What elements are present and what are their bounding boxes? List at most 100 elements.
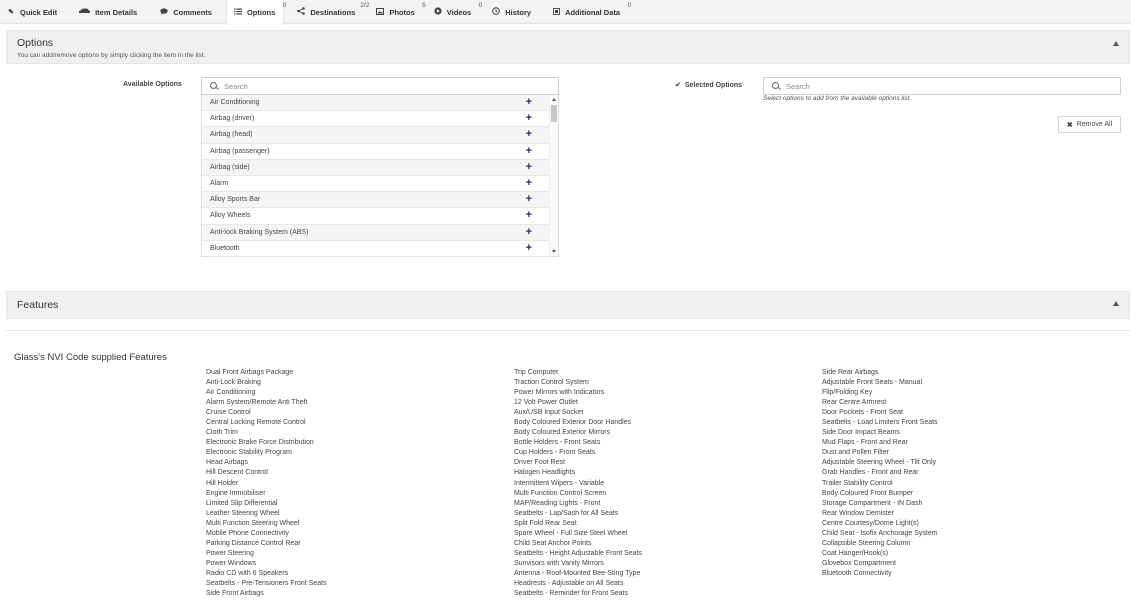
collapse-up-icon[interactable] xyxy=(1113,301,1119,306)
tab-label: Additional Data xyxy=(565,7,621,17)
feature-item: Anti-Lock Braking xyxy=(206,379,261,387)
list-item[interactable]: Air Conditioning + xyxy=(202,95,558,112)
option-label: Anti-lock Braking System (ABS) xyxy=(210,228,309,236)
divider xyxy=(6,330,1130,331)
feature-item: Seatbelts - Reminder for Front Seats xyxy=(514,590,628,598)
tab-bar: ✎ Quick Edit Item Details Comments Optio… xyxy=(0,0,1131,25)
list-item[interactable]: Anti-lock Braking System (ABS) + xyxy=(202,224,558,241)
feature-item: Flip/Folding Key xyxy=(822,389,873,397)
option-label: Alarm xyxy=(210,180,229,188)
feature-item: Seatbelts - Load Limiters Front Seats xyxy=(822,419,938,427)
list-item[interactable]: Alloy Sports Bar + xyxy=(202,192,558,209)
feature-item: Headrests - Adjustable on All Seats xyxy=(514,579,624,587)
add-icon[interactable]: + xyxy=(526,97,532,108)
feature-item: Glovebox Compartment xyxy=(822,559,896,567)
feature-item: Mobile Phone Connectivity xyxy=(206,529,289,537)
features-title: Features xyxy=(17,299,59,311)
options-panel-header: Options You can add/remove options by si… xyxy=(6,30,1130,64)
collapse-up-icon[interactable] xyxy=(1113,41,1119,46)
feature-item: Door Pockets - Front Seat xyxy=(822,409,903,417)
list-item[interactable]: Airbag (head) + xyxy=(202,127,558,144)
available-search-input[interactable] xyxy=(224,81,524,91)
data-icon xyxy=(551,7,561,17)
feature-item: Rear Window Demister xyxy=(822,509,894,517)
feature-item: Mud Flaps - Front and Rear xyxy=(822,439,908,447)
remove-all-button[interactable]: ✖ Remove All xyxy=(1058,116,1121,133)
clock-icon xyxy=(491,7,501,17)
feature-item: Engine Immobiliser xyxy=(206,489,266,497)
list-scrollbar[interactable] xyxy=(549,95,558,256)
add-icon[interactable]: + xyxy=(526,194,532,205)
option-label: Bluetooth xyxy=(210,244,240,252)
feature-item: Electronic Brake Force Distribution xyxy=(206,439,314,447)
add-icon[interactable]: + xyxy=(526,161,532,173)
add-icon[interactable]: + xyxy=(526,113,532,124)
tab-count-badge: 5 xyxy=(422,2,426,9)
feature-item: Limited Slip Differential xyxy=(206,499,278,507)
option-label: Alloy Sports Bar xyxy=(210,196,261,204)
selected-search-input[interactable] xyxy=(786,81,1086,91)
tab-label: Photos xyxy=(389,7,415,17)
feature-item: Halogen Headlights xyxy=(514,469,576,477)
option-label: Airbag (side) xyxy=(210,163,250,171)
check-icon: ✔ xyxy=(675,82,681,89)
feature-item: Cloth Trim xyxy=(206,429,238,437)
tab-label: Options xyxy=(246,8,276,17)
feature-item: Dust and Pollen Filter xyxy=(822,449,889,457)
add-icon[interactable]: + xyxy=(526,129,532,140)
list-item[interactable]: Alarm + xyxy=(202,176,558,193)
feature-item: Hill Descent Control xyxy=(206,469,268,477)
feature-item: Rear Centre Armrest xyxy=(822,399,887,407)
scroll-down-icon[interactable] xyxy=(552,250,556,253)
list-item[interactable]: Airbag (driver) + xyxy=(202,111,558,128)
tab-label: Quick Edit xyxy=(20,7,58,17)
list-item[interactable]: Airbag (passenger) + xyxy=(202,144,558,160)
feature-item: Seatbelts - Pre-Tensioners Front Seats xyxy=(206,579,327,587)
tab-history[interactable]: History xyxy=(485,0,539,24)
tab-additional-data[interactable]: Additional Data 0 xyxy=(545,0,631,24)
feature-item: Body Coloured Front Bumper xyxy=(822,489,914,497)
add-icon[interactable]: + xyxy=(526,242,532,254)
option-label: Airbag (passenger) xyxy=(210,147,270,155)
option-label: Airbag (head) xyxy=(210,131,253,139)
feature-item: Storage Compartment - IN Dash xyxy=(822,499,923,507)
add-icon[interactable]: + xyxy=(526,226,532,238)
scroll-up-icon[interactable] xyxy=(552,98,556,101)
feature-item: Power Windows xyxy=(206,559,257,567)
features-panel-header: Features xyxy=(6,291,1130,319)
available-options-list: Air Conditioning + Airbag (driver) + Airba… xyxy=(201,95,559,257)
tab-videos[interactable]: Videos 0 xyxy=(427,0,482,24)
feature-item: Seatbelts - Lap/Sash for All Seats xyxy=(514,509,619,517)
comment-icon xyxy=(159,7,169,17)
tab-quick-edit[interactable]: ✎ Quick Edit xyxy=(0,0,65,24)
tab-destinations[interactable]: Destinations 2/2 xyxy=(290,0,369,24)
feature-item: Side Front Airbags xyxy=(206,590,264,598)
feature-item: Bluetooth Connectivity xyxy=(822,569,892,577)
feature-item: Intermittent Wipers - Variable xyxy=(514,479,605,487)
feature-item: Power Steering xyxy=(206,549,254,557)
feature-item: Spare Wheel - Full Size Steel Wheel xyxy=(514,529,628,537)
tab-photos[interactable]: Photos 5 xyxy=(369,0,426,24)
share-icon xyxy=(296,7,306,17)
feature-item: Radio CD with 6 Speakers xyxy=(206,569,289,577)
list-item[interactable]: Bluetooth + xyxy=(202,241,558,256)
tab-label: Videos xyxy=(446,7,472,17)
add-icon[interactable]: + xyxy=(526,145,532,157)
tab-comments[interactable]: Comments xyxy=(145,0,220,24)
feature-item: Driver Foot Rest xyxy=(514,459,565,467)
scrollbar-thumb[interactable] xyxy=(551,105,557,122)
feature-item: Collapsible Steering Column xyxy=(822,539,911,547)
play-icon xyxy=(433,7,443,17)
add-icon[interactable]: + xyxy=(526,178,532,189)
tab-count-badge: 0 xyxy=(282,2,287,9)
list-item[interactable]: Alloy Wheels + xyxy=(202,208,558,225)
add-icon[interactable]: + xyxy=(526,210,532,221)
tab-item-details[interactable]: Item Details xyxy=(65,0,145,24)
list-item[interactable]: Airbag (side) + xyxy=(202,159,558,176)
feature-item: Multi Function Control Screen xyxy=(514,489,607,497)
feature-item: MAP/Reading Lights - Front xyxy=(514,499,601,507)
feature-item: Trailer Stability Control xyxy=(822,479,893,487)
tab-options[interactable]: Options 0 xyxy=(225,0,287,25)
option-label: Alloy Wheels xyxy=(210,212,251,220)
feature-item: Hill Holder xyxy=(206,479,239,487)
